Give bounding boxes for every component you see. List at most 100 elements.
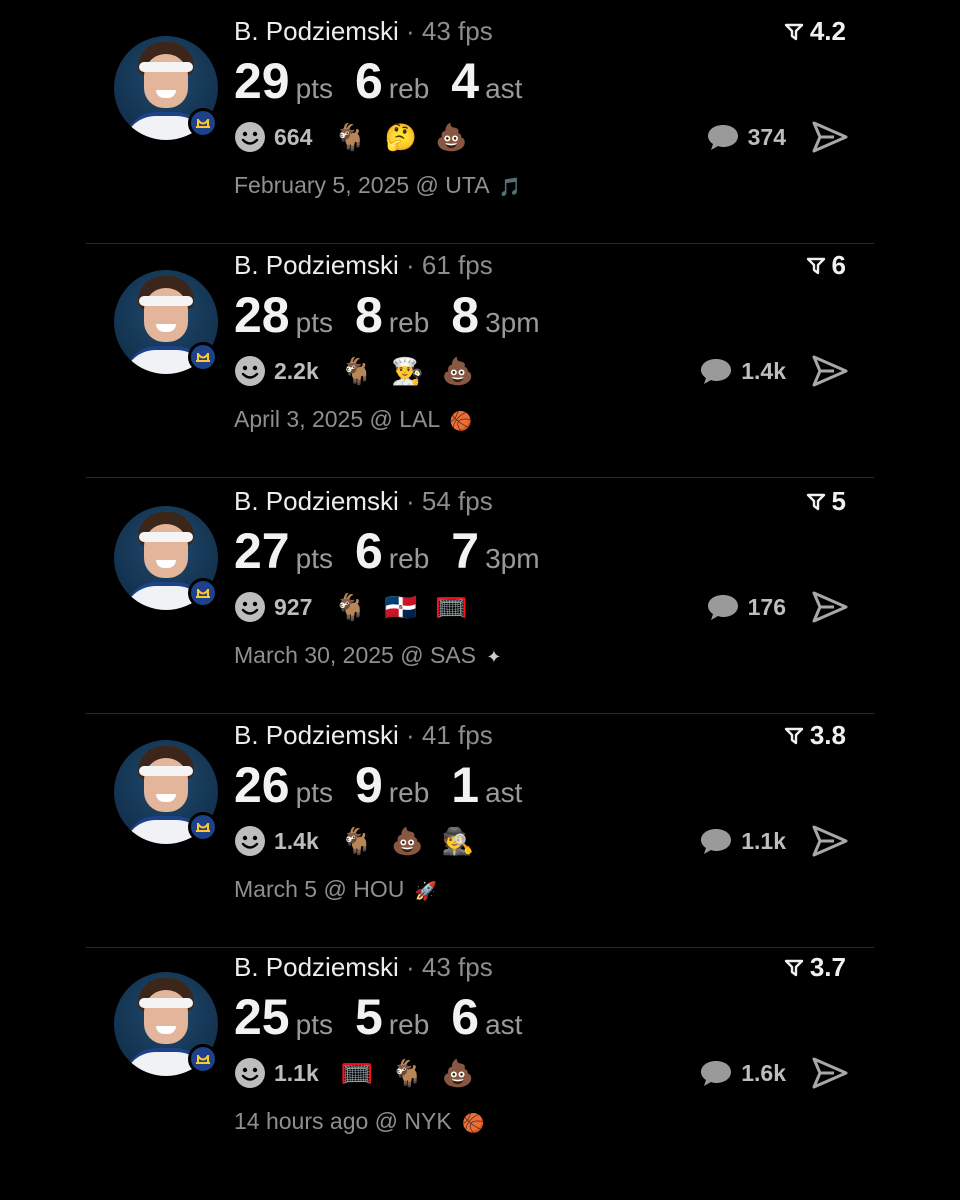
game-feed: B. Podziemski · 43 fps 4.2 29 pts 6 reb 4a… xyxy=(0,0,960,1200)
emoji-reaction[interactable]: 👨‍🍳 xyxy=(391,358,423,384)
comment-count: 1.6k xyxy=(741,1059,786,1086)
rating[interactable]: 3.8 xyxy=(784,720,846,751)
emoji-reaction[interactable]: 🤔 xyxy=(385,124,417,150)
opponent-logo-icon: 🏀 xyxy=(449,411,473,431)
player-name[interactable]: B. Podziemski xyxy=(234,952,399,982)
comment-button[interactable]: 1.4k xyxy=(699,352,786,390)
player-name[interactable]: B. Podziemski xyxy=(234,486,399,516)
rating-value: 5 xyxy=(831,486,846,516)
rating[interactable]: 3.7 xyxy=(784,952,846,983)
reaction-row: 1.1k 🥅 🐐 💩 xyxy=(234,1054,492,1092)
warriors-bridge-icon xyxy=(188,108,218,138)
comment-button[interactable]: 1.6k xyxy=(699,1054,786,1092)
stat-unit: pts xyxy=(295,1009,333,1040)
player-name[interactable]: B. Podziemski xyxy=(234,16,399,46)
smiley-icon[interactable] xyxy=(234,825,266,857)
smiley-icon[interactable] xyxy=(234,1057,266,1089)
send-arrow-icon[interactable] xyxy=(812,120,848,154)
emoji-reaction[interactable]: 💩 xyxy=(442,1060,474,1086)
emoji-reaction[interactable]: 💩 xyxy=(442,358,474,384)
game-card[interactable]: B. Podziemski · 61 fps 6 28 pts 8 reb 8 3pm… xyxy=(86,246,874,478)
stat-value: 29 xyxy=(234,53,290,109)
warriors-bridge-icon xyxy=(188,812,218,842)
opponent-logo-icon: 🎵 xyxy=(498,177,522,197)
speech-bubble-icon xyxy=(707,595,738,620)
stat-unit: reb xyxy=(388,73,430,104)
stat-value: 7 xyxy=(451,523,480,579)
comment-button[interactable]: 1.1k xyxy=(699,822,786,860)
post-header: B. Podziemski · 54 fps xyxy=(234,486,493,517)
game-info: April 3, 2025 @ LAL 🏀 xyxy=(234,406,472,433)
emoji-reaction[interactable]: 🇩🇴 xyxy=(385,594,417,620)
game-card[interactable]: B. Podziemski · 43 fps 3.7 25 pts 5 reb 6a… xyxy=(86,948,874,1180)
game-info: March 30, 2025 @ SAS ✦ xyxy=(234,642,501,669)
stat-line: 25 pts 5 reb 6 ast xyxy=(234,988,544,1046)
stat-unit: reb xyxy=(388,307,430,338)
divider xyxy=(86,243,874,244)
emoji-reaction[interactable]: 🐐 xyxy=(391,1060,423,1086)
comment-count: 374 xyxy=(747,123,786,150)
rating[interactable]: 6 xyxy=(806,250,846,281)
game-date: February 5, 2025 @ UTA xyxy=(234,172,489,198)
stat-unit: reb xyxy=(388,777,430,808)
smiley-icon[interactable] xyxy=(234,591,266,623)
stat-unit: 3pm xyxy=(485,543,540,574)
post-header: B. Podziemski · 43 fps xyxy=(234,952,493,983)
game-date: 14 hours ago @ NYK xyxy=(234,1108,452,1134)
emoji-reaction[interactable]: 🐐 xyxy=(334,594,366,620)
stat-value: 9 xyxy=(354,757,383,813)
rating-value: 6 xyxy=(831,250,846,280)
player-name[interactable]: B. Podziemski xyxy=(234,720,399,750)
opponent-logo-icon: 🏀 xyxy=(462,1113,485,1133)
post-header: B. Podziemski · 61 fps xyxy=(234,250,493,281)
rating[interactable]: 5 xyxy=(806,486,846,517)
divider xyxy=(86,713,874,714)
player-name[interactable]: B. Podziemski xyxy=(234,250,399,280)
emoji-reaction[interactable]: 🐐 xyxy=(341,358,373,384)
smiley-icon[interactable] xyxy=(234,121,266,153)
game-info: 14 hours ago @ NYK 🏀 xyxy=(234,1108,485,1135)
stat-value: 6 xyxy=(354,523,383,579)
comment-button[interactable]: 176 xyxy=(706,588,786,626)
speech-bubble-icon xyxy=(701,1061,732,1086)
stat-unit: ast xyxy=(485,777,523,808)
stat-unit: pts xyxy=(295,307,333,338)
fps-score: 54 fps xyxy=(421,486,493,516)
comment-count: 1.1k xyxy=(741,827,786,854)
stat-value: 8 xyxy=(354,287,383,343)
separator-dot: · xyxy=(405,486,415,516)
stat-line: 27 pts 6 reb 7 3pm xyxy=(234,522,562,580)
filter-arrow-icon xyxy=(784,727,804,744)
game-card[interactable]: B. Podziemski · 41 fps 3.8 26 pts 9 reb 1a… xyxy=(86,716,874,948)
rating[interactable]: 4.2 xyxy=(784,16,846,47)
emoji-reaction[interactable]: 🥅 xyxy=(341,1060,373,1086)
reaction-count: 1.4k xyxy=(274,827,319,854)
stat-value: 4 xyxy=(451,53,480,109)
fps-score: 61 fps xyxy=(421,250,493,280)
send-arrow-icon[interactable] xyxy=(812,824,848,858)
rating-value: 4.2 xyxy=(809,16,846,46)
smiley-icon[interactable] xyxy=(234,355,266,387)
emoji-reaction[interactable]: 💩 xyxy=(391,828,423,854)
reaction-row: 2.2k 🐐 👨‍🍳 💩 xyxy=(234,352,492,390)
send-arrow-icon[interactable] xyxy=(812,354,848,388)
emoji-reaction[interactable]: 💩 xyxy=(435,124,467,150)
game-card[interactable]: B. Podziemski · 43 fps 4.2 29 pts 6 reb 4a… xyxy=(86,12,874,244)
emoji-reaction[interactable]: 🐐 xyxy=(341,828,373,854)
speech-bubble-icon xyxy=(701,359,732,384)
game-card[interactable]: B. Podziemski · 54 fps 5 27 pts 6 reb 7 3pm… xyxy=(86,482,874,714)
game-info: February 5, 2025 @ UTA 🎵 xyxy=(234,172,521,199)
send-arrow-icon[interactable] xyxy=(812,590,848,624)
send-arrow-icon[interactable] xyxy=(812,1056,848,1090)
emoji-reaction[interactable]: 🥅 xyxy=(435,594,467,620)
stat-value: 6 xyxy=(354,53,383,109)
opponent-logo-icon: 🚀 xyxy=(414,881,438,901)
stat-unit: pts xyxy=(295,543,333,574)
emoji-reaction[interactable]: 🕵️ xyxy=(442,828,474,854)
emoji-reaction[interactable]: 🐐 xyxy=(334,124,366,150)
divider xyxy=(86,477,874,478)
game-date: April 3, 2025 @ LAL xyxy=(234,406,440,432)
comment-button[interactable]: 374 xyxy=(706,118,786,156)
separator-dot: · xyxy=(405,720,415,750)
warriors-bridge-icon xyxy=(188,1044,218,1074)
